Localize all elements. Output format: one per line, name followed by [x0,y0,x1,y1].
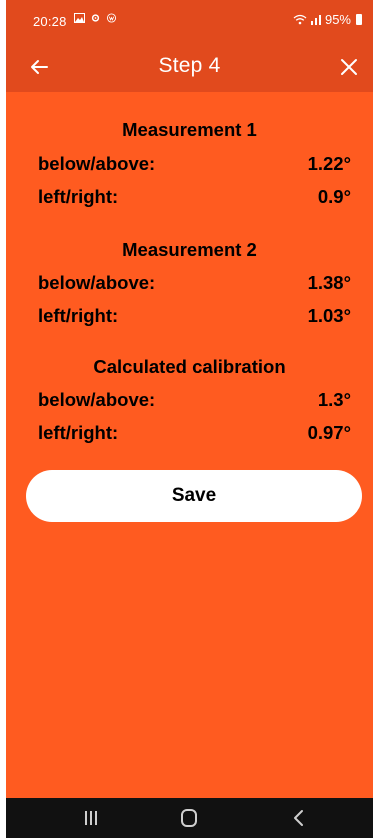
gallery-notification-icon [74,13,85,23]
calculated-below-above-value: 1.3° [317,389,351,410]
status-time: 20:28 [33,14,67,29]
home-icon[interactable] [178,808,200,828]
page-title: Step 4 [158,54,221,77]
measurement-2-title: Measurement 2 [122,239,257,260]
app-bar: Step 4 [6,42,373,92]
system-nav-bar [6,798,373,838]
app-screen: 20:28 95% Step 4 Measurement 1 below/abo… [6,0,373,838]
save-button[interactable]: Save [26,470,362,522]
measurement-2-below-above-value: 1.38° [307,272,351,293]
calculated-calibration-title: Calculated calibration [93,356,286,377]
status-bar: 20:28 95% [6,0,373,42]
back-icon[interactable] [288,808,310,828]
app-notification-icon [106,13,117,23]
notification-icons [74,13,117,23]
status-indicators: 95% [293,12,362,27]
calculated-below-above-label: below/above: [38,389,156,410]
signal-icon [310,15,321,25]
measurement-1-below-above-label: below/above: [38,153,156,174]
calculated-left-right-value: 0.97° [307,422,351,443]
measurement-1-left-right-label: left/right: [38,186,119,207]
measurement-2-below-above-label: below/above: [38,272,156,293]
measurement-1-left-right-value: 0.9° [317,186,351,207]
recent-apps-icon[interactable] [80,808,102,828]
wifi-icon [293,14,307,25]
measurement-2-left-right-value: 1.03° [307,305,351,326]
close-icon[interactable] [336,54,362,80]
measurement-1-title: Measurement 1 [122,119,257,140]
calculated-left-right-label: left/right: [38,422,119,443]
battery-percent: 95% [324,12,351,27]
battery-icon [356,14,362,25]
settings-notification-icon [91,14,100,22]
measurement-2-left-right-label: left/right: [38,305,119,326]
measurement-1-below-above-value: 1.22° [307,153,351,174]
